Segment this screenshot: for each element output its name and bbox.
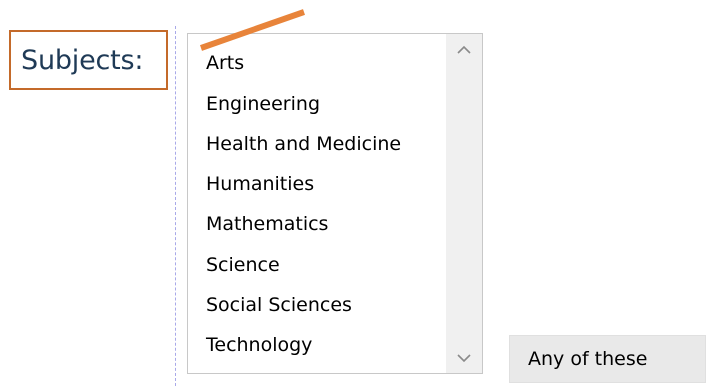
listbox-scrollbar[interactable] [446, 34, 482, 373]
list-item-mathematics[interactable]: Mathematics [206, 209, 328, 239]
list-item-social-sciences[interactable]: Social Sciences [206, 290, 352, 320]
subjects-label: Subjects: [9, 30, 168, 90]
subjects-list: Arts Engineering Health and Medicine Hum… [188, 34, 446, 373]
scroll-up-button[interactable] [446, 34, 482, 64]
list-item-health-and-medicine[interactable]: Health and Medicine [206, 129, 401, 159]
chevron-up-icon [457, 45, 471, 54]
list-item-technology[interactable]: Technology [206, 330, 312, 360]
list-item-engineering[interactable]: Engineering [206, 89, 320, 119]
guide-line [175, 26, 176, 386]
chevron-down-icon [457, 353, 471, 362]
subjects-label-text: Subjects: [21, 44, 144, 76]
subjects-listbox[interactable]: Arts Engineering Health and Medicine Hum… [187, 33, 483, 374]
scroll-down-button[interactable] [446, 343, 482, 373]
match-mode-select[interactable]: Any of these [509, 335, 706, 383]
match-mode-value: Any of these [528, 348, 648, 370]
list-item-humanities[interactable]: Humanities [206, 169, 314, 199]
annotation-stroke [200, 9, 305, 51]
list-item-science[interactable]: Science [206, 250, 280, 280]
